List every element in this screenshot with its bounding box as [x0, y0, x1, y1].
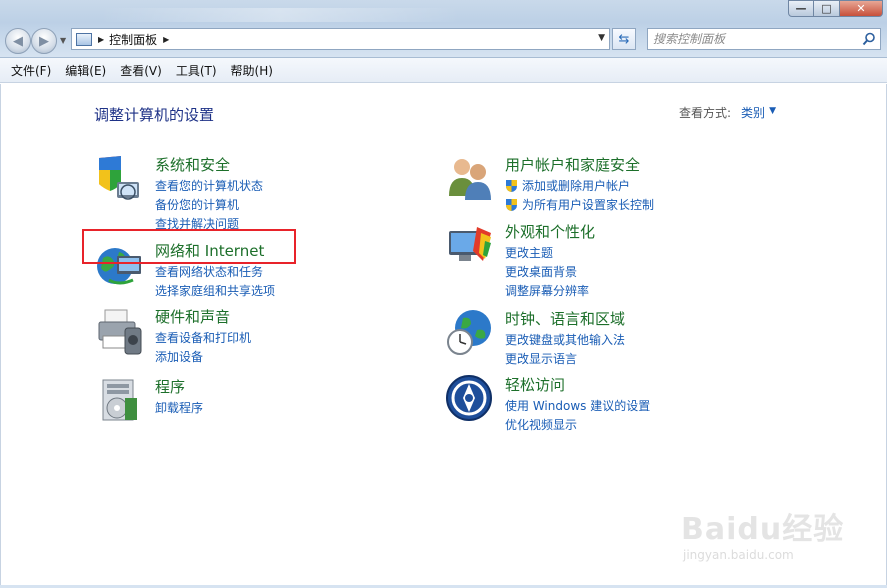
link-label[interactable]: 添加或删除用户帐户	[522, 177, 630, 194]
watermark-logo: Baidu经验	[681, 512, 845, 547]
monitor-paint-icon[interactable]	[445, 221, 495, 271]
watermark-url: jingyan.baidu.com	[683, 548, 794, 562]
category-title[interactable]: 外观和个性化	[505, 221, 595, 242]
recent-pages-dropdown[interactable]: ▼	[60, 36, 68, 45]
programs-icon[interactable]	[95, 376, 145, 426]
menu-view[interactable]: 查看(V)	[114, 60, 168, 81]
link-devices-printers[interactable]: 查看设备和打印机	[155, 328, 251, 347]
users-icon[interactable]	[445, 154, 495, 204]
view-by-label: 查看方式:	[679, 106, 732, 120]
uac-shield-icon	[506, 179, 517, 192]
page-title: 调整计算机的设置	[94, 106, 215, 124]
link-recommended-settings[interactable]: 使用 Windows 建议的设置	[505, 396, 650, 415]
back-button[interactable]: ◀	[5, 28, 31, 54]
category-user-accounts: 用户帐户和家庭安全 添加或删除用户帐户 为所有用户设置家长控制	[445, 154, 765, 214]
link-parental-controls[interactable]: 为所有用户设置家长控制	[505, 195, 654, 214]
address-dropdown-icon[interactable]: ▼	[598, 33, 605, 43]
link-keyboard-input[interactable]: 更改键盘或其他输入法	[505, 330, 625, 349]
window-frame: — □ ✕ ◀ ▶ ▼ ▶ 控制面板 ▶ ▼ ⇆	[0, 0, 887, 58]
menu-file[interactable]: 文件(F)	[5, 60, 57, 81]
close-button[interactable]: ✕	[840, 0, 883, 17]
link-desktop-background[interactable]: 更改桌面背景	[505, 262, 589, 281]
control-panel-icon	[76, 32, 92, 46]
ease-of-access-icon[interactable]	[445, 374, 495, 424]
refresh-icon: ⇆	[618, 31, 630, 47]
watermark: Baidu经验 jingyan.baidu.com	[681, 504, 844, 562]
link-uninstall-program[interactable]: 卸载程序	[155, 398, 203, 417]
category-clock-language-region: 时钟、语言和区域 更改键盘或其他输入法 更改显示语言	[445, 308, 765, 368]
search-box[interactable]	[647, 28, 881, 50]
maximize-button[interactable]: □	[814, 0, 840, 17]
category-programs: 程序 卸载程序	[95, 376, 395, 426]
search-input[interactable]	[653, 32, 863, 46]
printer-icon[interactable]	[95, 306, 145, 356]
refresh-button[interactable]: ⇆	[612, 28, 636, 50]
category-appearance: 外观和个性化 更改主题 更改桌面背景 调整屏幕分辨率	[445, 221, 765, 298]
window-controls: — □ ✕	[788, 0, 883, 17]
title-bar-blur	[100, 8, 460, 22]
forward-button[interactable]: ▶	[31, 28, 57, 54]
menu-help[interactable]: 帮助(H)	[225, 60, 279, 81]
clock-globe-icon[interactable]	[445, 308, 495, 358]
category-hardware-sound: 硬件和声音 查看设备和打印机 添加设备	[95, 306, 395, 366]
link-homegroup-sharing[interactable]: 选择家庭组和共享选项	[155, 281, 275, 300]
link-label[interactable]: 为所有用户设置家长控制	[522, 196, 654, 213]
link-view-network-status[interactable]: 查看网络状态和任务	[155, 262, 275, 281]
link-optimize-display[interactable]: 优化视频显示	[505, 415, 650, 434]
breadcrumb-control-panel[interactable]: 控制面板	[109, 31, 157, 48]
link-view-computer-status[interactable]: 查看您的计算机状态	[155, 176, 263, 195]
shield-computer-icon[interactable]	[95, 154, 145, 204]
arrow-left-icon: ◀	[13, 33, 23, 49]
menu-bar: 文件(F) 编辑(E) 查看(V) 工具(T) 帮助(H)	[0, 58, 887, 83]
uac-shield-icon	[506, 198, 517, 211]
minimize-button[interactable]: —	[788, 0, 814, 17]
category-title[interactable]: 程序	[155, 376, 185, 397]
category-title[interactable]: 用户帐户和家庭安全	[505, 154, 640, 175]
category-title[interactable]: 时钟、语言和区域	[505, 308, 625, 329]
address-bar[interactable]: ▶ 控制面板 ▶ ▼	[71, 28, 610, 50]
view-by: 查看方式: 类别 ▼	[679, 104, 776, 121]
link-display-language[interactable]: 更改显示语言	[505, 349, 625, 368]
link-backup-computer[interactable]: 备份您的计算机	[155, 195, 263, 214]
category-title[interactable]: 硬件和声音	[155, 306, 230, 327]
arrow-right-icon: ▶	[39, 33, 49, 49]
breadcrumb-chevron-icon[interactable]: ▶	[163, 35, 169, 44]
category-title[interactable]: 轻松访问	[505, 374, 565, 395]
view-by-dropdown[interactable]: 类别	[741, 104, 765, 121]
link-screen-resolution[interactable]: 调整屏幕分辨率	[505, 281, 589, 300]
category-title[interactable]: 系统和安全	[155, 154, 230, 175]
link-change-theme[interactable]: 更改主题	[505, 243, 589, 262]
link-add-device[interactable]: 添加设备	[155, 347, 251, 366]
menu-edit[interactable]: 编辑(E)	[59, 60, 112, 81]
category-ease-of-access: 轻松访问 使用 Windows 建议的设置 优化视频显示	[445, 374, 765, 434]
chevron-down-icon[interactable]: ▼	[769, 106, 776, 121]
category-system-security: 系统和安全 查看您的计算机状态 备份您的计算机 查找并解决问题	[95, 154, 395, 231]
annotation-highlight-box	[82, 229, 296, 264]
search-icon[interactable]	[862, 32, 876, 46]
menu-tools[interactable]: 工具(T)	[170, 60, 223, 81]
link-add-remove-accounts[interactable]: 添加或删除用户帐户	[505, 176, 654, 195]
content-area: 调整计算机的设置 查看方式: 类别 ▼ 系统和安全 查看您的计算机状态 备份您的…	[0, 84, 887, 588]
breadcrumb-chevron-icon[interactable]: ▶	[98, 35, 104, 44]
